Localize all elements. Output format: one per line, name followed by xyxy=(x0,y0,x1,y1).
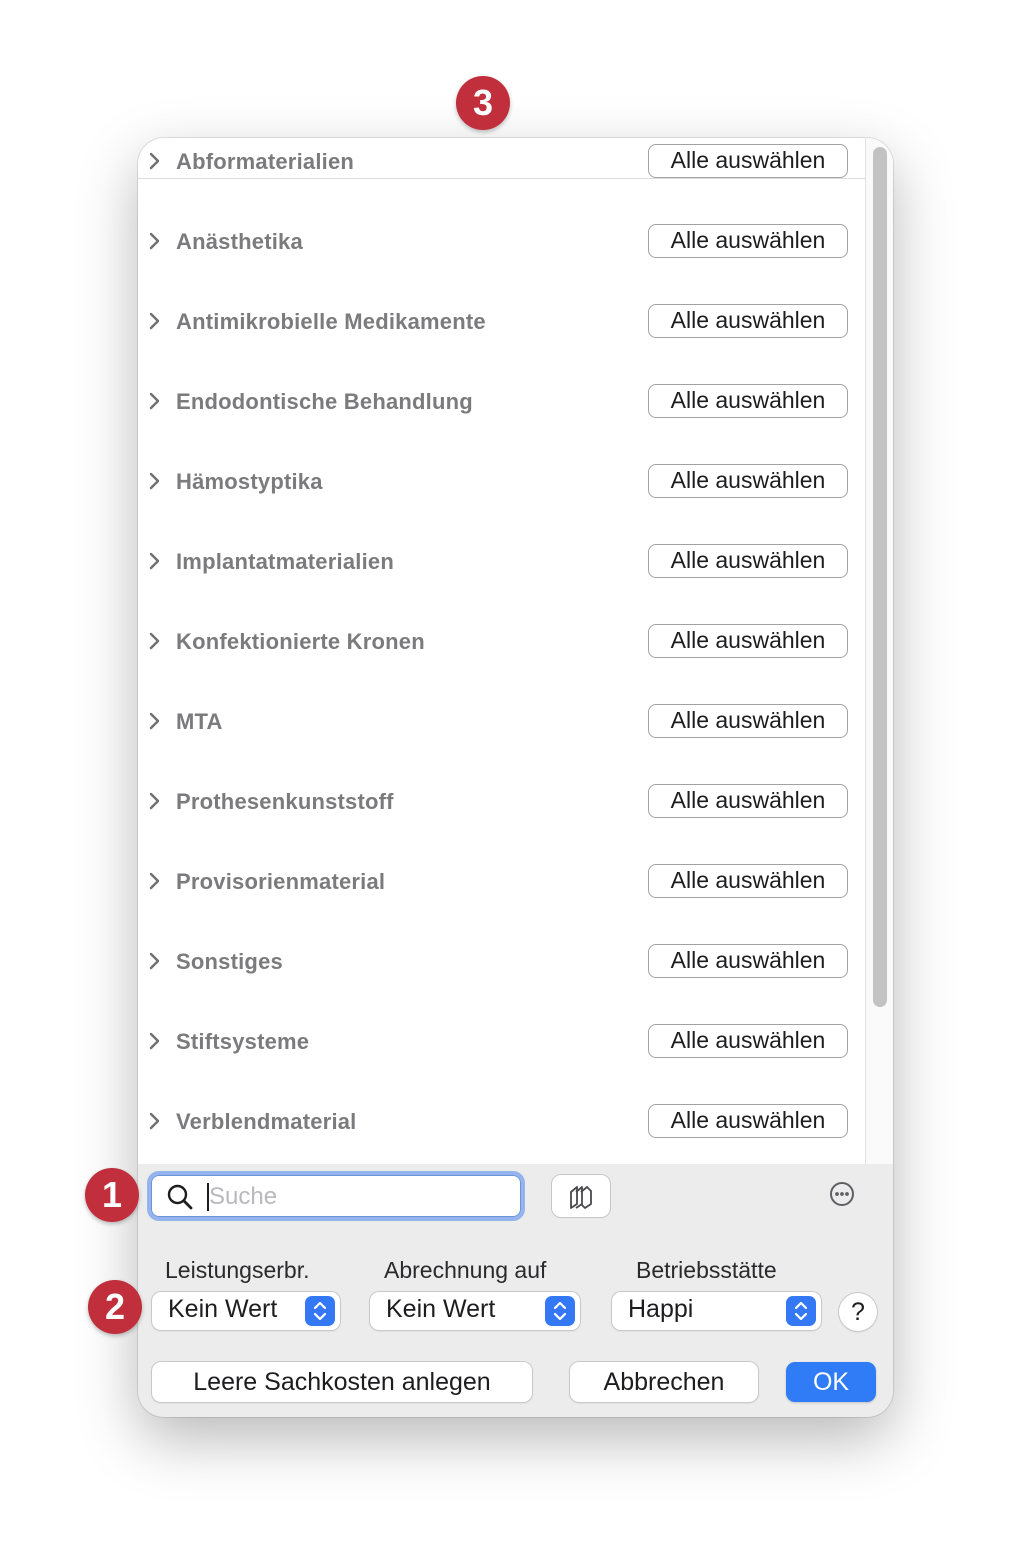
category-row-verblendmaterial[interactable]: Verblendmaterial Alle auswählen xyxy=(138,1101,865,1141)
chevron-right-icon[interactable] xyxy=(147,470,163,492)
category-row-anaesthetika[interactable]: Anästhetika Alle auswählen xyxy=(138,221,865,261)
category-row-mta[interactable]: MTA Alle auswählen xyxy=(138,701,865,741)
category-label: Endodontische Behandlung xyxy=(176,389,473,414)
select-all-button[interactable]: Alle auswählen xyxy=(648,944,848,978)
chevron-right-icon[interactable] xyxy=(147,710,163,732)
betriebsstaette-label: Betriebsstätte xyxy=(636,1257,777,1283)
select-all-button[interactable]: Alle auswählen xyxy=(648,144,848,178)
annotation-badge-2: 2 xyxy=(88,1280,142,1334)
row-separator xyxy=(138,178,865,179)
category-label: Konfektionierte Kronen xyxy=(176,629,425,654)
category-label: Stiftsysteme xyxy=(176,1029,310,1054)
category-row-implantatmaterialien[interactable]: Implantatmaterialien Alle auswählen xyxy=(138,541,865,581)
category-row-stiftsysteme[interactable]: Stiftsysteme Alle auswählen xyxy=(138,1021,865,1061)
chevron-right-icon[interactable] xyxy=(147,550,163,572)
popup-value: Kein Wert xyxy=(168,1295,278,1323)
category-label: MTA xyxy=(176,709,223,734)
create-empty-costs-button[interactable]: Leere Sachkosten anlegen xyxy=(152,1362,532,1402)
category-label: Antimikrobielle Medikamente xyxy=(176,309,486,334)
select-all-button[interactable]: Alle auswählen xyxy=(648,304,848,338)
category-label: Abformaterialien xyxy=(176,149,355,174)
category-row-sonstiges[interactable]: Sonstiges Alle auswählen xyxy=(138,941,865,981)
popup-value: Happi xyxy=(628,1295,694,1323)
select-all-button[interactable]: Alle auswählen xyxy=(648,784,848,818)
chevron-right-icon[interactable] xyxy=(147,630,163,652)
category-row-prothesenkunststoff[interactable]: Prothesenkunststoff Alle auswählen xyxy=(138,781,865,821)
stacked-layers-button[interactable] xyxy=(552,1175,610,1217)
chevron-right-icon[interactable] xyxy=(147,790,163,812)
annotation-badge-1: 1 xyxy=(85,1168,139,1222)
betriebsstaette-popup[interactable]: Happi xyxy=(612,1292,821,1330)
select-all-button[interactable]: Alle auswählen xyxy=(648,1024,848,1058)
search-field[interactable] xyxy=(147,1171,525,1221)
category-label: Hämostyptika xyxy=(176,469,323,494)
chevron-right-icon[interactable] xyxy=(147,1110,163,1132)
ellipsis-circle-icon[interactable] xyxy=(829,1181,855,1207)
up-down-chevron-icon xyxy=(305,1296,335,1326)
magnifier-icon xyxy=(166,1183,194,1211)
category-row-antimikrobielle-medikamente[interactable]: Antimikrobielle Medikamente Alle auswähl… xyxy=(138,301,865,341)
chevron-right-icon[interactable] xyxy=(147,870,163,892)
search-input[interactable] xyxy=(209,1179,509,1215)
selection-dialog: Abformaterialien Alle auswählen Anästhet… xyxy=(138,138,893,1417)
select-all-button[interactable]: Alle auswählen xyxy=(648,464,848,498)
category-row-provisorienmaterial[interactable]: Provisorienmaterial Alle auswählen xyxy=(138,861,865,901)
category-label: Verblendmaterial xyxy=(176,1109,357,1134)
select-all-button[interactable]: Alle auswählen xyxy=(648,1104,848,1138)
chevron-right-icon[interactable] xyxy=(147,230,163,252)
category-row-haemostyptika[interactable]: Hämostyptika Alle auswählen xyxy=(138,461,865,501)
category-label: Anästhetika xyxy=(176,229,303,254)
up-down-chevron-icon xyxy=(545,1296,575,1326)
chevron-right-icon[interactable] xyxy=(147,390,163,412)
category-label: Sonstiges xyxy=(176,949,283,974)
category-label: Provisorienmaterial xyxy=(176,869,386,894)
annotation-badge-3: 3 xyxy=(456,76,510,130)
chevron-right-icon[interactable] xyxy=(147,150,163,172)
up-down-chevron-icon xyxy=(786,1296,816,1326)
chevron-right-icon[interactable] xyxy=(147,950,163,972)
select-all-button[interactable]: Alle auswählen xyxy=(648,384,848,418)
category-row-konfektionierte-kronen[interactable]: Konfektionierte Kronen Alle auswählen xyxy=(138,621,865,661)
select-all-button[interactable]: Alle auswählen xyxy=(648,864,848,898)
ok-button[interactable]: OK xyxy=(786,1362,876,1402)
select-all-button[interactable]: Alle auswählen xyxy=(648,704,848,738)
category-list: Abformaterialien Alle auswählen Anästhet… xyxy=(138,138,893,1164)
abrechnung-popup[interactable]: Kein Wert xyxy=(370,1292,580,1330)
select-all-button[interactable]: Alle auswählen xyxy=(648,624,848,658)
cancel-button[interactable]: Abbrechen xyxy=(570,1362,758,1402)
category-row-endodontische-behandlung[interactable]: Endodontische Behandlung Alle auswählen xyxy=(138,381,865,421)
abrechnung-label: Abrechnung auf xyxy=(384,1257,547,1283)
category-row-abformaterialien[interactable]: Abformaterialien Alle auswählen xyxy=(138,141,865,181)
scrollbar-thumb[interactable] xyxy=(873,147,887,1007)
popup-value: Kein Wert xyxy=(386,1295,496,1323)
help-button[interactable]: ? xyxy=(839,1293,877,1331)
select-all-button[interactable]: Alle auswählen xyxy=(648,544,848,578)
select-all-button[interactable]: Alle auswählen xyxy=(648,224,848,258)
category-label: Implantatmaterialien xyxy=(176,549,394,574)
chevron-right-icon[interactable] xyxy=(147,310,163,332)
category-label: Prothesenkunststoff xyxy=(176,789,394,814)
leistungserbringer-label: Leistungserbr. xyxy=(165,1257,310,1283)
leistungserbringer-popup[interactable]: Kein Wert xyxy=(152,1292,340,1330)
chevron-right-icon[interactable] xyxy=(147,1030,163,1052)
